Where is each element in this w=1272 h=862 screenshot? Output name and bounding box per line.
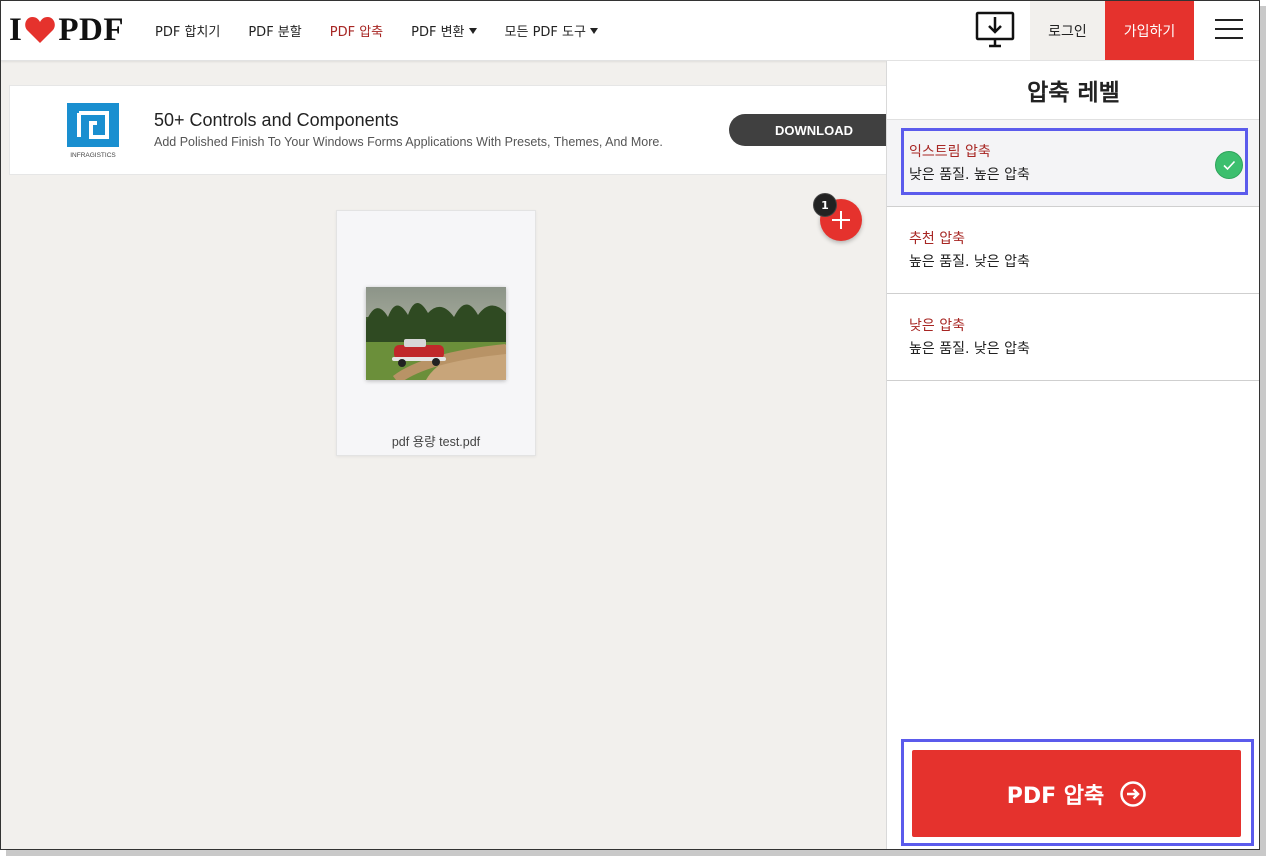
option-description: 높은 품질. 낮은 압축 bbox=[909, 254, 1030, 270]
option-low-compression[interactable]: 낮은 압축 높은 품질. 낮은 압축 bbox=[887, 294, 1259, 381]
pdf-thumbnail bbox=[366, 287, 506, 380]
infragistics-logo: INFRAGISTICS bbox=[67, 103, 119, 159]
option-description: 낮은 품질. 높은 압축 bbox=[909, 167, 1030, 183]
ilovepdf-logo[interactable]: I PDF bbox=[9, 11, 124, 48]
nav-label: PDF 압축 bbox=[329, 25, 384, 40]
option-recommended-compression[interactable]: 추천 압축 높은 품질. 낮은 압축 bbox=[887, 207, 1259, 294]
arrow-right-circle-icon bbox=[1120, 780, 1147, 807]
ad-title: 50+ Controls and Components bbox=[154, 110, 399, 130]
compression-sidebar: 압축 레벨 익스트림 압축 낮은 품질. 높은 압축 추천 압축 높은 품질. … bbox=[886, 61, 1259, 849]
nav-label: PDF 합치기 bbox=[155, 25, 221, 40]
caret-down-icon bbox=[589, 27, 598, 34]
option-extreme-compression[interactable]: 익스트림 압축 낮은 품질. 높은 압축 bbox=[887, 120, 1259, 207]
top-header: I PDF PDF 합치기 PDF 분할 PDF 압축 PDF 변환 모든 PD… bbox=[1, 1, 1259, 61]
check-circle-icon bbox=[1215, 151, 1243, 179]
nav-compress-pdf[interactable]: PDF 압축 bbox=[330, 21, 383, 40]
logo-text-pdf: PDF bbox=[58, 11, 124, 48]
option-description: 높은 품질. 낮은 압축 bbox=[909, 341, 1030, 357]
option-title: 낮은 압축 bbox=[909, 318, 965, 334]
nav-convert-pdf[interactable]: PDF 변환 bbox=[411, 21, 477, 40]
main-nav: PDF 합치기 PDF 분할 PDF 압축 PDF 변환 모든 PDF 도구 bbox=[155, 1, 626, 60]
caret-down-icon bbox=[468, 27, 477, 34]
nav-label: PDF 변환 bbox=[411, 25, 465, 40]
svg-text:INFRAGISTICS: INFRAGISTICS bbox=[70, 152, 116, 159]
ad-banner[interactable]: INFRAGISTICS 50+ Controls and Components… bbox=[9, 85, 899, 175]
pdf-file-card[interactable]: pdf 용량 test.pdf bbox=[336, 210, 536, 456]
file-name: pdf 용량 test.pdf bbox=[391, 435, 481, 449]
login-label: 로그인 bbox=[1048, 23, 1087, 40]
ad-download-label: DOWNLOAD bbox=[775, 122, 853, 138]
signup-button[interactable]: 가입하기 bbox=[1105, 1, 1194, 60]
compress-pdf-button[interactable]: PDF 압축 bbox=[912, 750, 1241, 837]
file-count-badge: 1 bbox=[813, 193, 837, 217]
nav-label: 모든 PDF 도구 bbox=[504, 25, 586, 40]
option-title: 추천 압축 bbox=[909, 231, 965, 247]
thumbnail-image bbox=[366, 287, 506, 380]
logo-letter-i: I bbox=[9, 11, 23, 48]
heart-icon bbox=[25, 17, 56, 43]
app-window: I PDF PDF 합치기 PDF 분할 PDF 압축 PDF 변환 모든 PD… bbox=[0, 0, 1260, 850]
sidebar-title: 압축 레벨 bbox=[887, 61, 1259, 120]
nav-all-pdf-tools[interactable]: 모든 PDF 도구 bbox=[505, 21, 598, 40]
hamburger-menu-icon[interactable] bbox=[1215, 19, 1243, 41]
ad-download-button[interactable]: DOWNLOAD bbox=[729, 114, 899, 146]
compress-label: PDF 압축 bbox=[1006, 783, 1105, 809]
desktop-download-icon[interactable] bbox=[975, 11, 1015, 49]
login-button[interactable]: 로그인 bbox=[1030, 1, 1105, 60]
ad-subtitle: Add Polished Finish To Your Windows Form… bbox=[154, 135, 663, 149]
signup-label: 가입하기 bbox=[1123, 23, 1176, 40]
nav-label: PDF 분할 bbox=[248, 25, 302, 40]
option-title: 익스트림 압축 bbox=[909, 144, 991, 160]
nav-split-pdf[interactable]: PDF 분할 bbox=[248, 21, 301, 40]
nav-merge-pdf[interactable]: PDF 합치기 bbox=[155, 21, 220, 40]
